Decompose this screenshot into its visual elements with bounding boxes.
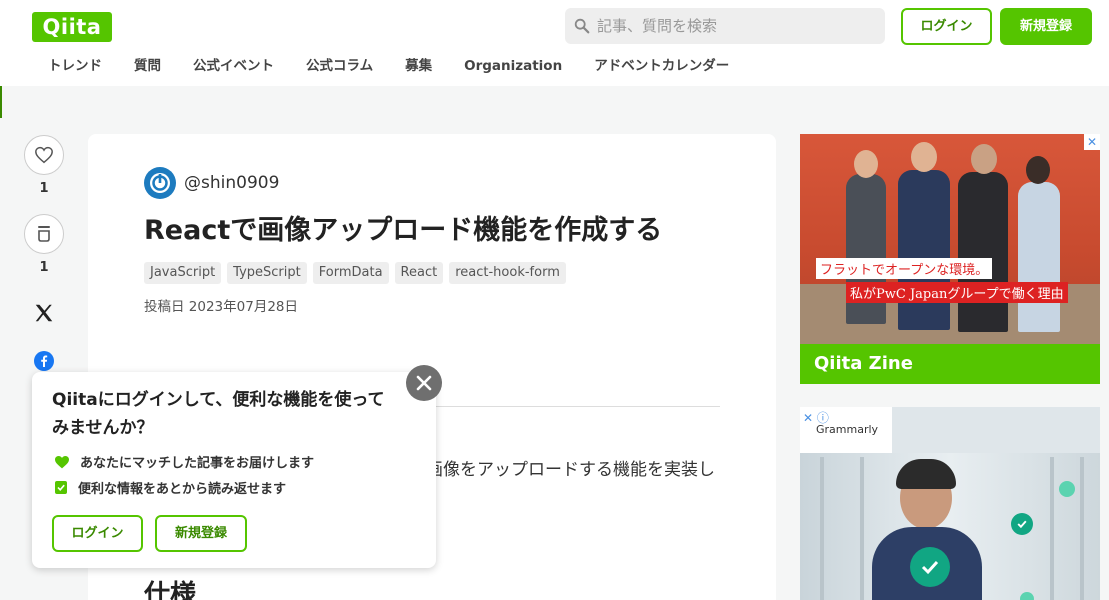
search-input[interactable] [597,17,867,35]
nav-recruiting[interactable]: 募集 [389,56,448,76]
dot-icon [1059,481,1075,497]
ad-person-head [854,150,878,178]
tag-react[interactable]: React [394,262,444,284]
like-count: 1 [39,181,49,196]
benefit-text: あなたにマッチした記事をお届けします [80,456,315,471]
qiita-logo[interactable]: Qiita [32,12,112,42]
dot-icon [1020,592,1034,600]
signup-button[interactable]: 新規登録 [1000,8,1092,45]
popup-close-button[interactable] [406,365,442,401]
author-info[interactable]: @shin0909 [144,167,279,199]
author-name[interactable]: @shin0909 [184,173,279,193]
ad-person-head [971,144,997,174]
nav-advent-calendar[interactable]: アドベントカレンダー [578,56,745,76]
ad-person [1018,182,1060,332]
nav-official-events[interactable]: 公式イベント [177,56,290,76]
tag-react-hook-form[interactable]: react-hook-form [449,262,566,284]
benefit-item: 便利な情報をあとから読み返せます [54,478,286,497]
ad-person-head [911,142,937,172]
heart-icon [35,146,53,164]
stock-icon [38,226,50,242]
benefit-item: あなたにマッチした記事をお届けします [54,452,314,471]
tag-formdata[interactable]: FormData [312,262,389,284]
progress-indicator [0,86,2,118]
ad-person [898,170,950,330]
ad-caption: フラットでオープンな環境。 [816,258,993,279]
tag-typescript[interactable]: TypeScript [227,262,307,284]
popup-title: Qiitaにログインして、便利な機能を使ってみませんか？ [52,390,385,438]
search-box[interactable] [565,8,885,44]
benefit-text: 便利な情報をあとから読み返せます [78,482,287,497]
close-icon [416,375,432,391]
like-button[interactable] [24,135,64,175]
main-nav: トレンド 質問 公式イベント 公式コラム 募集 Organization アドベ… [32,56,745,76]
popup-signup-button[interactable]: 新規登録 [155,515,247,552]
login-button[interactable]: ログイン [901,8,992,45]
ad-caption: 私がPwC Japanグループで働く理由 [846,282,1068,303]
ad-close-icon[interactable]: ✕ [1084,134,1100,150]
stock-count: 1 [39,260,49,275]
avatar[interactable] [144,167,176,199]
article-title: Reactで画像アップロード機能を作成する [144,215,663,246]
ad-photo-shelf [860,457,864,600]
popup-login-button[interactable]: ログイン [52,515,143,552]
search-icon [574,18,590,34]
ad-person [958,172,1008,332]
tag-javascript[interactable]: JavaScript [144,262,222,284]
ad-photo-shelf [820,457,824,600]
ad-banner-grammarly[interactable]: ✕ ⓘ Grammarly [800,407,1100,600]
check-icon [1011,513,1033,535]
facebook-share-icon[interactable] [34,351,54,371]
x-share-icon[interactable] [33,302,55,324]
ad-banner-label: Qiita Zine [800,344,1100,384]
social-rail: 1 1 [24,135,64,275]
ad-person-head [1026,156,1050,184]
check-icon [910,547,950,587]
nav-organization[interactable]: Organization [448,56,578,76]
login-prompt-popup: Qiitaにログインして、便利な機能を使ってみませんか？ あなたにマッチした記事… [32,372,436,568]
heart-icon [55,455,69,468]
site-header: Qiita ログイン 新規登録 トレンド 質問 公式イベント 公式コラム 募集 … [0,0,1109,86]
nav-official-columns[interactable]: 公式コラム [290,56,389,76]
tag-list: JavaScript TypeScript FormData React rea… [144,262,566,284]
ad-banner-qiita-zine[interactable]: フラットでオープンな環境。 私がPwC Japanグループで働く理由 Qiita… [800,134,1100,384]
stock-check-icon [55,481,67,494]
nav-questions[interactable]: 質問 [118,56,177,76]
ad-photo-shelf [1080,457,1084,600]
body-text: 画像をアップロードする機能を実装し [426,460,715,480]
ad-brand: Grammarly [816,423,879,436]
posted-date: 投稿日 2023年07月28日 [144,299,299,315]
ad-photo-shelf [1050,457,1054,600]
nav-trend[interactable]: トレンド [32,56,118,76]
section-heading: 仕様 [144,580,197,600]
stock-button[interactable] [24,214,64,254]
